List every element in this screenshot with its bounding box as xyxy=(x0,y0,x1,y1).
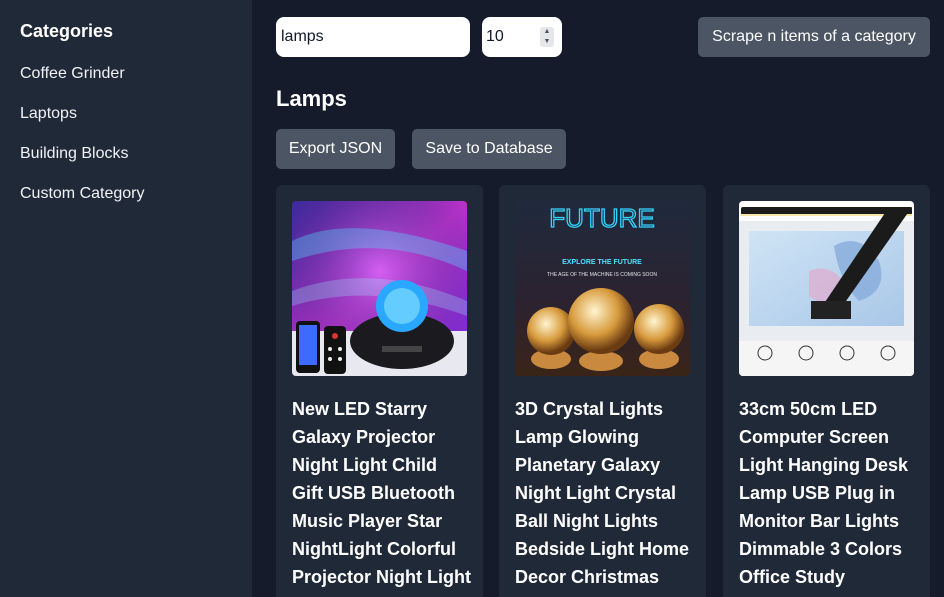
future-image-text: FUTURE xyxy=(549,203,654,233)
product-image-galaxy-projector xyxy=(292,201,467,376)
age-image-text: THE AGE OF THE MACHINE IS COMING SOON xyxy=(547,272,657,278)
product-image-crystal-lights: FUTURE EXPLORE THE FUTURE THE AGE OF THE… xyxy=(515,201,690,376)
sidebar-item-custom-category[interactable]: Custom Category xyxy=(20,185,145,203)
product-name[interactable]: 33cm 50cm LED Computer Screen Light Hang… xyxy=(739,395,919,597)
product-card[interactable]: New LED Starry Galaxy Projector Night Li… xyxy=(276,185,483,597)
export-json-button[interactable]: Export JSON xyxy=(276,129,395,169)
item-count-field[interactable]: ▲ ▼ xyxy=(482,17,562,57)
sidebar-item-coffee-grinder[interactable]: Coffee Grinder xyxy=(20,65,125,83)
scrape-button[interactable]: Scrape n items of a category xyxy=(698,17,930,57)
count-spinner[interactable]: ▲ ▼ xyxy=(540,27,554,47)
sidebar: Categories Coffee Grinder Laptops Buildi… xyxy=(0,0,252,597)
explore-image-text: EXPLORE THE FUTURE xyxy=(562,259,642,266)
save-to-database-button[interactable]: Save to Database xyxy=(412,129,566,169)
category-search-input[interactable] xyxy=(276,17,470,57)
category-title: Lamps xyxy=(276,86,347,111)
product-image-monitor-light-bar xyxy=(739,201,914,376)
sidebar-title: Categories xyxy=(20,21,114,41)
sidebar-item-laptops[interactable]: Laptops xyxy=(20,105,77,123)
sidebar-item-building-blocks[interactable]: Building Blocks xyxy=(20,145,129,163)
product-card[interactable]: 33cm 50cm LED Computer Screen Light Hang… xyxy=(723,185,930,597)
chevron-up-icon[interactable]: ▲ xyxy=(540,27,554,37)
chevron-down-icon[interactable]: ▼ xyxy=(540,37,554,47)
product-name[interactable]: 3D Crystal Lights Lamp Glowing Planetary… xyxy=(515,395,695,597)
item-count-input[interactable] xyxy=(486,17,538,57)
main-content: ▲ ▼ Scrape n items of a category Lamps E… xyxy=(252,0,944,597)
product-card[interactable]: FUTURE EXPLORE THE FUTURE THE AGE OF THE… xyxy=(499,185,706,597)
product-name[interactable]: New LED Starry Galaxy Projector Night Li… xyxy=(292,395,472,591)
